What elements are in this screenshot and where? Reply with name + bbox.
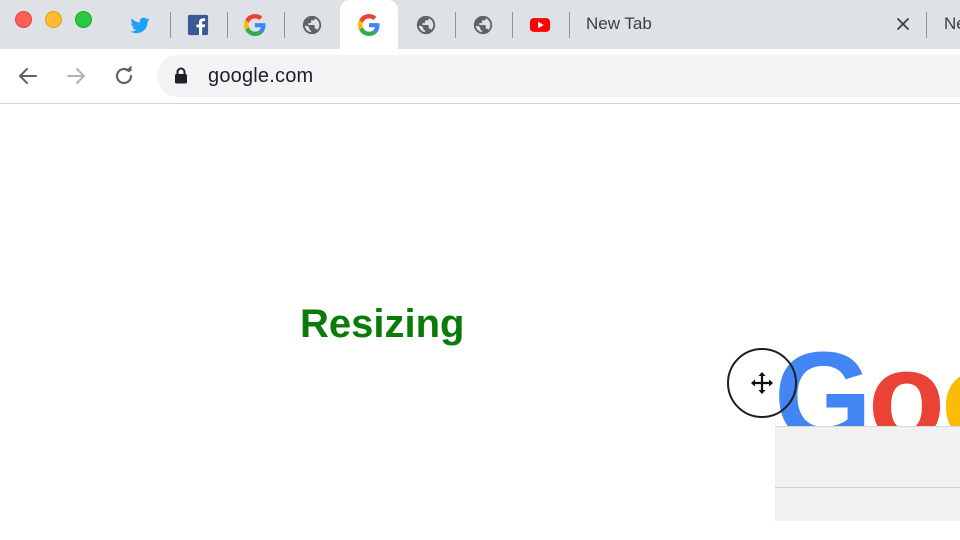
arrow-right-icon — [67, 68, 85, 84]
globe-icon — [416, 15, 436, 34]
google-logo: Goo — [774, 340, 960, 430]
tab-google[interactable] — [227, 0, 283, 49]
close-tab-button[interactable] — [892, 13, 914, 35]
forward-button[interactable] — [62, 62, 90, 90]
close-window-button[interactable] — [15, 11, 32, 28]
address-bar[interactable]: google.com — [157, 55, 960, 97]
tab-website[interactable] — [284, 0, 340, 49]
close-icon — [897, 18, 909, 30]
tab-youtube[interactable] — [512, 0, 568, 49]
move-cursor-icon — [751, 372, 773, 394]
tab-website[interactable] — [455, 0, 511, 49]
logo-letter: o — [941, 340, 960, 430]
tab-google-active[interactable] — [340, 0, 398, 49]
globe-icon — [302, 15, 322, 34]
minimize-window-button[interactable] — [45, 11, 62, 28]
reload-button[interactable] — [110, 62, 138, 90]
tab-title-partial[interactable]: Ne — [944, 14, 960, 34]
browser-toolbar: google.com — [0, 49, 960, 104]
facebook-icon — [187, 14, 209, 35]
address-text[interactable]: google.com — [208, 65, 313, 88]
move-cursor — [727, 348, 797, 418]
web-page: Resizing Goo — [0, 104, 960, 540]
zoom-window-button[interactable] — [75, 11, 92, 28]
tab-twitter[interactable] — [112, 0, 168, 49]
tab-facebook[interactable] — [170, 0, 226, 49]
google-icon — [244, 13, 266, 36]
tab-strip: New Tab Ne — [0, 0, 960, 49]
tab-title: New Tab — [586, 14, 652, 33]
reload-icon — [115, 65, 133, 85]
arrow-left-icon — [19, 68, 37, 84]
tab-separator — [926, 12, 927, 38]
globe-icon — [473, 15, 493, 34]
google-icon — [358, 13, 380, 36]
search-box-area[interactable] — [775, 426, 960, 521]
tab-website[interactable] — [398, 0, 454, 49]
status-text: Resizing — [300, 302, 465, 346]
lock-icon[interactable] — [174, 67, 188, 84]
divider — [775, 487, 960, 488]
back-button[interactable] — [14, 62, 42, 90]
twitter-icon — [130, 17, 150, 33]
tab-new-tab[interactable]: New Tab — [570, 0, 926, 49]
logo-letter: o — [868, 340, 945, 430]
youtube-icon — [529, 17, 551, 32]
